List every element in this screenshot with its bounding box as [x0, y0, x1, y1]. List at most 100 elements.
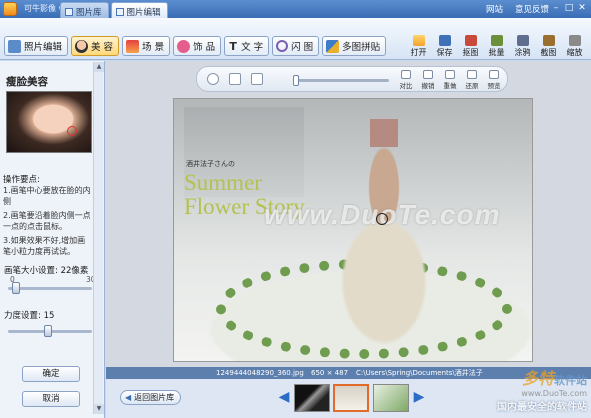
next-image-icon[interactable]: ▶	[413, 388, 425, 406]
edited-photo[interactable]: 酒井法子さんの Summer Flower Story www.DuoTe.co…	[173, 98, 533, 362]
redo-button[interactable]: 重做	[441, 70, 459, 90]
action-label: 批量	[488, 48, 505, 57]
cutout-icon	[464, 35, 477, 46]
brush-marker-icon	[67, 126, 77, 136]
prev-image-icon[interactable]: ◀	[278, 388, 290, 406]
canvas-toolbar: 对比 撤销 重做 还原 预览	[196, 66, 508, 92]
brush-size-handle[interactable]	[12, 282, 20, 294]
back-to-library-button[interactable]: ◀ 返回图片库	[120, 390, 182, 405]
tab-image-library[interactable]: 图片库	[60, 2, 109, 18]
main-toolbar: 照片编辑 美 容 场 景 饰 品 T 文 字 闪 图 多图拼贴 打开 保存 抠图…	[0, 18, 591, 60]
tab-label: 闪 图	[291, 42, 314, 53]
compare-button[interactable]: 对比	[397, 70, 415, 90]
tab-collage[interactable]: 多图拼贴	[322, 36, 387, 56]
open-button[interactable]: 打开	[406, 35, 431, 59]
watermark-brand-text: 多特	[521, 369, 554, 388]
tab-beauty[interactable]: 美 容	[71, 36, 120, 56]
doodle-button[interactable]: 涂鸦	[510, 35, 535, 59]
tips-list: 1.画笔中心要放在脸的内侧 2.画笔要沿着脸内侧一点一点的点击鼠标。 3.如果效…	[3, 185, 93, 260]
link-feedback[interactable]: 意见反馈	[515, 3, 549, 15]
cancel-button[interactable]: 取消	[22, 391, 80, 407]
panel-title: 瘦脸美容	[6, 76, 48, 88]
tab-text[interactable]: T 文 字	[224, 36, 270, 56]
restore-button[interactable]: 还原	[463, 70, 481, 90]
feature-tabs: 照片编辑 美 容 场 景 饰 品 T 文 字 闪 图 多图拼贴	[4, 36, 387, 56]
tab-image-edit[interactable]: 图片编辑	[110, 2, 168, 18]
preview-icon	[489, 70, 499, 79]
fit-screen-icon[interactable]	[229, 73, 241, 85]
ok-button[interactable]: 确定	[22, 366, 80, 382]
zoom-handle[interactable]	[293, 75, 299, 86]
thumbnail[interactable]	[294, 384, 330, 412]
blurred-face	[370, 119, 398, 147]
open-icon	[412, 35, 425, 46]
tab-label: 文 字	[241, 42, 264, 53]
action-label: 抠图	[462, 48, 479, 57]
library-icon	[65, 7, 73, 16]
cutout-button[interactable]: 抠图	[458, 35, 483, 59]
preview-button[interactable]: 预览	[485, 70, 503, 90]
collage-icon	[326, 39, 340, 53]
action-label: 涂鸦	[514, 48, 531, 57]
link-website[interactable]: 网站	[486, 3, 503, 15]
strength-label: 力度设置: 15	[4, 311, 55, 321]
rotate-icon[interactable]	[207, 73, 219, 85]
face-preview-image	[6, 91, 92, 153]
action-label: 打开	[410, 48, 427, 57]
strength-handle[interactable]	[44, 325, 52, 337]
compare-icon	[401, 70, 411, 79]
save-button[interactable]: 保存	[432, 35, 457, 59]
close-icon[interactable]: ✕	[577, 3, 587, 14]
action-label: 缩放	[566, 48, 583, 57]
app-tabs: 图片库 图片编辑	[60, 2, 168, 18]
restore-icon	[467, 70, 477, 79]
maximize-icon[interactable]: □	[564, 3, 574, 14]
screenshot-button[interactable]: 截图	[536, 35, 561, 59]
back-arrow-icon: ◀	[125, 393, 132, 402]
frame-icon	[276, 40, 289, 52]
face-icon	[75, 39, 89, 53]
scroll-down-icon[interactable]: ▼	[94, 404, 104, 414]
strength-slider[interactable]	[8, 325, 92, 337]
redo-icon	[445, 70, 455, 79]
tab-label: 美 容	[91, 42, 114, 53]
scroll-up-icon[interactable]: ▲	[94, 62, 104, 72]
watermark-slogan: 国内最安全的软件站	[497, 402, 587, 413]
tip-item: 2.画笔要沿着脸内侧一点一点的点击鼠标。	[3, 211, 91, 231]
tab-flash[interactable]: 闪 图	[272, 36, 320, 56]
window-controls: – □ ✕	[551, 3, 587, 14]
title-bar: 可牛影像 v1.9.3.1001 图片库 图片编辑 网站 意见反馈 – □ ✕	[0, 0, 591, 18]
doodle-icon	[516, 35, 529, 46]
top-links: 网站 意见反馈	[486, 3, 549, 15]
tab-ornament[interactable]: 饰 品	[173, 36, 222, 56]
thumbnail-selected[interactable]	[333, 384, 369, 412]
status-filename: 1249444048290_360.jpg	[216, 369, 304, 377]
tool-label: 撤销	[421, 82, 435, 90]
tip-item: 3.如果效果不好,增加画笔小粒力度再试试。	[3, 236, 86, 256]
tab-photo-edit[interactable]: 照片编辑	[4, 36, 69, 56]
undo-button[interactable]: 撤销	[419, 70, 437, 90]
zoom-button[interactable]: 缩放	[562, 35, 587, 59]
minimize-icon[interactable]: –	[551, 3, 561, 14]
brush-size-slider[interactable]	[8, 282, 92, 294]
actual-size-icon[interactable]	[251, 73, 263, 85]
photo-icon	[8, 39, 21, 53]
tool-label: 预览	[487, 82, 501, 90]
watermark-brand: 多特软件站	[497, 365, 587, 389]
thumbnail[interactable]	[373, 384, 409, 412]
brush-cursor-icon	[376, 213, 388, 225]
tab-label: 图片编辑	[126, 7, 161, 18]
zoom-slider[interactable]	[293, 75, 389, 86]
batch-button[interactable]: 批量	[484, 35, 509, 59]
edit-icon	[115, 7, 124, 16]
tab-label: 场 景	[142, 42, 165, 53]
status-path: C:\Users\Spring\Documents\酒井法子	[356, 369, 483, 377]
zoom-icon	[568, 35, 581, 46]
filmstrip: ◀ 返回图片库 ◀ ▶ 多特软件站 www.DuoTe.com 国内最安全的软件…	[106, 369, 591, 418]
tab-scene[interactable]: 场 景	[122, 36, 171, 56]
photo-subtitle: 酒井法子さんの	[186, 160, 235, 168]
screenshot-icon	[542, 35, 555, 46]
panel-scrollbar[interactable]: ▲ ▼	[93, 62, 104, 414]
photo-title-line: Summer	[184, 170, 262, 195]
beauty-panel: 瘦脸美容 操作要点: 1.画笔中心要放在脸的内侧 2.画笔要沿着脸内侧一点一点的…	[0, 61, 105, 418]
